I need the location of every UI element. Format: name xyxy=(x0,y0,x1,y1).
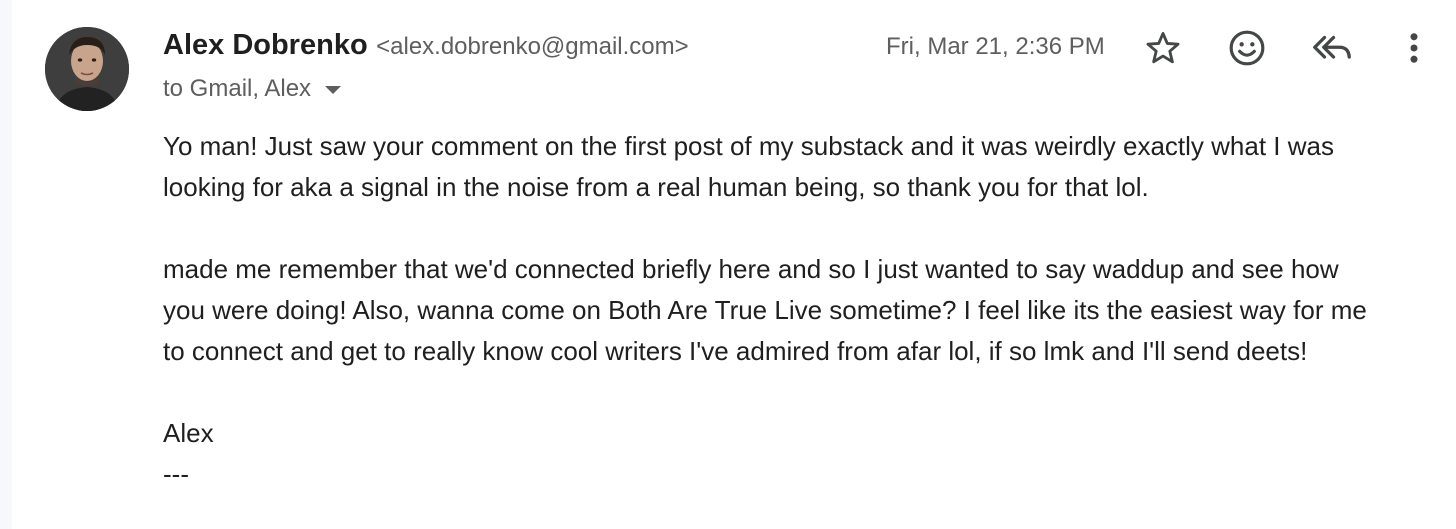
reply-all-button[interactable] xyxy=(1310,26,1354,70)
body-line: Yo man! Just saw your comment on the fir… xyxy=(163,131,1334,161)
reply-all-icon xyxy=(1313,35,1351,59)
body-line: you were doing! Also, wanna come on Both… xyxy=(163,295,1367,325)
signature-name: Alex xyxy=(163,418,214,448)
sender-avatar[interactable] xyxy=(45,27,129,111)
caret-down-icon[interactable] xyxy=(325,86,342,94)
body-line: to connect and get to really know cool w… xyxy=(163,336,1308,366)
add-reaction-button[interactable] xyxy=(1225,26,1269,70)
recipients-label: to Gmail, Alex xyxy=(163,75,312,102)
sidebar-edge xyxy=(0,0,12,529)
avatar-photo xyxy=(45,27,129,111)
email-date: Fri, Mar 21, 2:36 PM xyxy=(886,33,1105,60)
recipients-toggle[interactable]: to Gmail, Alex xyxy=(163,75,342,103)
email-body: Yo man! Just saw your comment on the fir… xyxy=(163,126,1443,495)
body-line: looking for aka a signal in the noise fr… xyxy=(163,172,1149,202)
star-button[interactable] xyxy=(1141,26,1185,70)
more-vert-icon xyxy=(1410,33,1418,63)
sender-name[interactable]: Alex Dobrenko xyxy=(163,29,368,61)
emoji-icon xyxy=(1229,30,1265,66)
sender-line: Alex Dobrenko <alex.dobrenko@gmail.com> xyxy=(163,29,689,62)
signature-rule: --- xyxy=(163,459,189,489)
more-options-button[interactable] xyxy=(1392,26,1436,70)
star-icon xyxy=(1146,32,1180,64)
sender-email: <alex.dobrenko@gmail.com> xyxy=(376,33,689,60)
body-line: made me remember that we'd connected bri… xyxy=(163,254,1339,284)
